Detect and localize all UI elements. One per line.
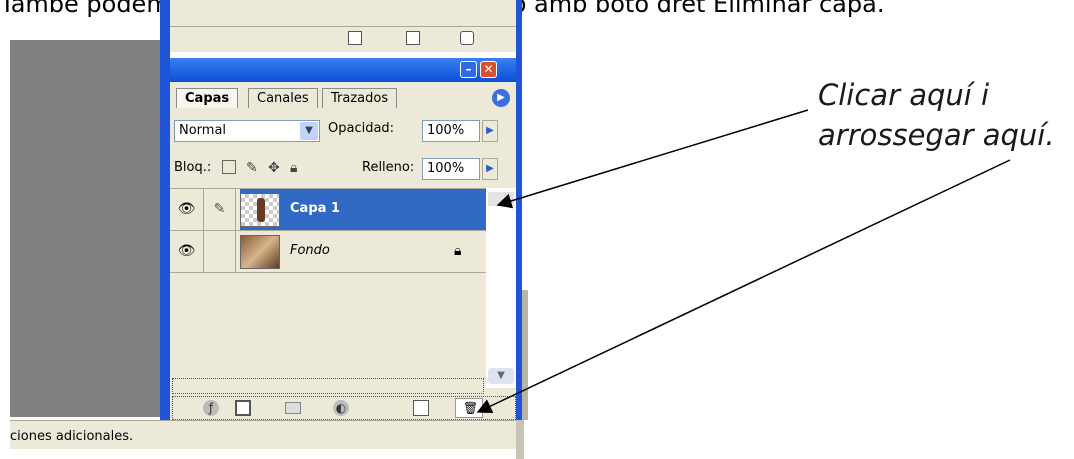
lock-label: Bloq.: bbox=[174, 160, 212, 175]
brush-icon[interactable]: ✎ bbox=[246, 160, 258, 176]
upper-panel-toolbar bbox=[170, 26, 516, 51]
lock-transparency-icon[interactable] bbox=[222, 160, 236, 174]
empty-link-cell[interactable] bbox=[204, 231, 236, 272]
chevron-down-icon[interactable]: ▼ bbox=[488, 368, 514, 384]
layer-thumbnail bbox=[240, 235, 280, 269]
brush-icon[interactable]: ✎ bbox=[204, 189, 236, 230]
move-icon[interactable]: ✥ bbox=[268, 160, 280, 176]
layer-name[interactable]: Capa 1 bbox=[290, 201, 340, 216]
tab-channels[interactable]: Canales bbox=[248, 88, 318, 108]
fill-label: Relleno: bbox=[362, 160, 415, 175]
trash-button[interactable]: 🗑︎ bbox=[455, 398, 483, 418]
lock-row: Bloq.: ✎ ✥ 🔒︎ Relleno: 100% ▶ bbox=[174, 156, 512, 182]
layers-panel-titlebar[interactable]: – ✕ bbox=[170, 58, 516, 82]
lock-icon[interactable]: 🔒︎ bbox=[290, 160, 297, 176]
eye-icon[interactable]: 👁︎ bbox=[170, 231, 204, 272]
chevron-down-icon[interactable]: ▼ bbox=[300, 122, 318, 140]
link-icon[interactable]: ƒ bbox=[203, 400, 219, 416]
layers-bottom-toolbar: ƒ ◐ 🗑︎ bbox=[172, 396, 516, 420]
scroll-up-button[interactable] bbox=[488, 192, 514, 206]
tab-paths[interactable]: Trazados bbox=[322, 88, 398, 108]
eye-icon[interactable]: 👁︎ bbox=[170, 189, 204, 230]
blend-row: Normal ▼ Opacidad: 100% ▶ bbox=[174, 118, 512, 144]
blend-mode-value: Normal bbox=[179, 123, 227, 138]
folder-icon[interactable] bbox=[285, 402, 301, 414]
layer-thumbnail bbox=[240, 193, 280, 227]
arrow-to-layer bbox=[496, 109, 809, 209]
layer-name[interactable]: Fondo bbox=[290, 243, 330, 258]
status-text: ciones adicionales. bbox=[10, 429, 134, 444]
new-layer-icon[interactable] bbox=[413, 400, 429, 416]
scrollbar-track[interactable] bbox=[522, 290, 528, 420]
trash-icon[interactable] bbox=[460, 31, 474, 45]
tab-strip: Capas Canales Trazados ▶ bbox=[170, 86, 516, 110]
figure-icon bbox=[257, 198, 265, 222]
minimize-button[interactable]: – bbox=[460, 61, 477, 78]
blend-mode-select[interactable]: Normal ▼ bbox=[174, 120, 320, 142]
layers-list: 👁︎ ✎ Capa 1 👁︎ Fondo 🔒︎ bbox=[170, 188, 486, 379]
annotation-line-1: Clicar aquí i bbox=[818, 78, 990, 112]
mask-icon[interactable] bbox=[235, 400, 251, 416]
camera-icon[interactable] bbox=[406, 31, 420, 45]
opacity-stepper[interactable]: ▶ bbox=[482, 120, 498, 142]
opacity-field[interactable]: 100% bbox=[422, 120, 480, 142]
trash-icon: 🗑︎ bbox=[463, 401, 479, 415]
panel-menu-button[interactable]: ▶ bbox=[492, 89, 510, 107]
layer-row-fondo[interactable]: 👁︎ Fondo 🔒︎ bbox=[170, 231, 486, 273]
annotation-line-2: arrossegar aquí. bbox=[818, 118, 1055, 152]
opacity-label: Opacidad: bbox=[328, 121, 395, 136]
layers-scrollbar[interactable]: ▼ bbox=[486, 188, 516, 388]
canvas-workspace bbox=[10, 40, 162, 417]
layer-row-capa-1[interactable]: 👁︎ ✎ Capa 1 bbox=[170, 189, 486, 231]
arrow-to-trash bbox=[476, 159, 1011, 413]
lock-icon: 🔒︎ bbox=[454, 243, 462, 259]
status-bar: ciones adicionales. bbox=[10, 420, 516, 449]
panel-icon[interactable] bbox=[348, 31, 362, 45]
tab-layers[interactable]: Capas bbox=[176, 88, 239, 108]
close-button[interactable]: ✕ bbox=[480, 61, 497, 78]
fill-field[interactable]: 100% bbox=[422, 158, 480, 180]
drop-area bbox=[172, 378, 484, 394]
window-frame-edge bbox=[516, 420, 524, 459]
fill-stepper[interactable]: ▶ bbox=[482, 158, 498, 180]
adjustment-icon[interactable]: ◐ bbox=[333, 400, 349, 416]
window-border-left bbox=[160, 0, 170, 420]
